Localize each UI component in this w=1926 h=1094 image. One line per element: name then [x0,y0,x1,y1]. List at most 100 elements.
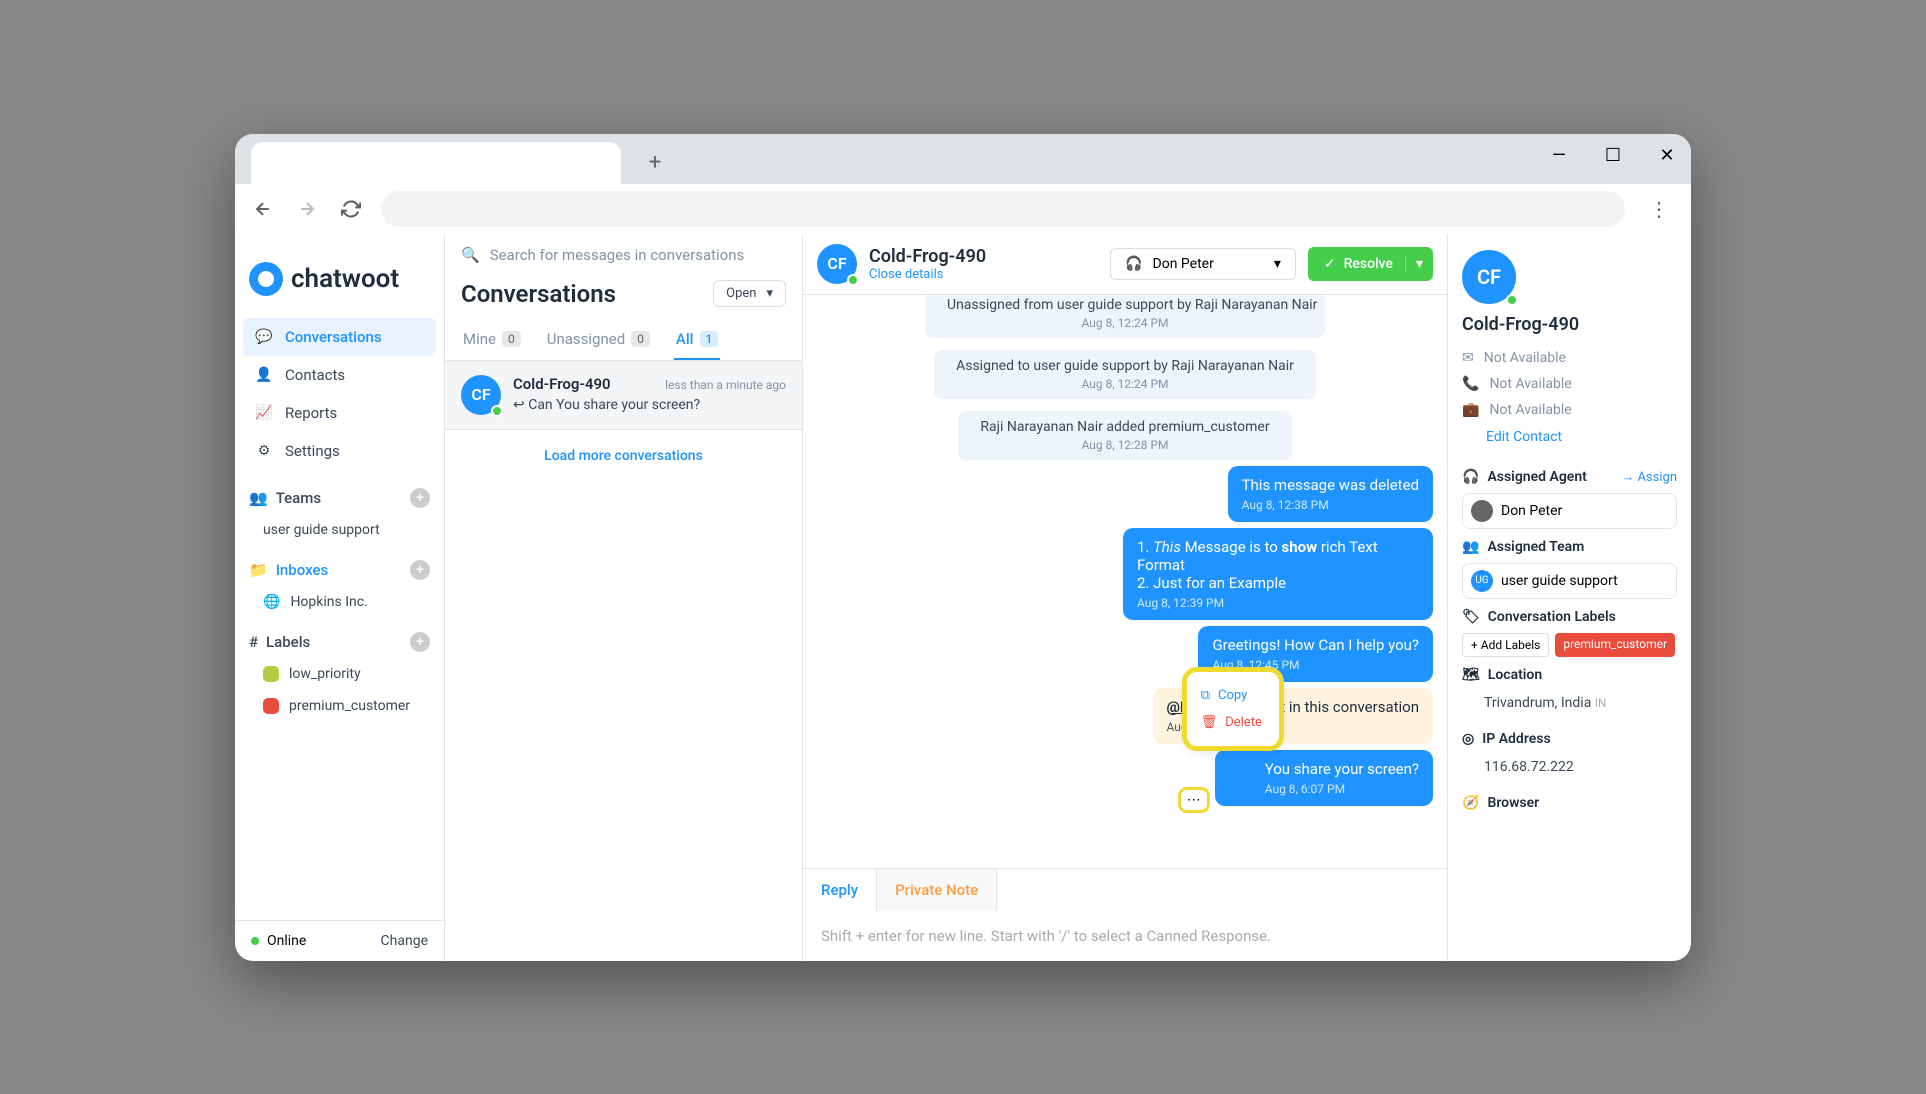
conversation-item[interactable]: CF Cold-Frog-490 less than a minute ago ↩… [445,361,802,430]
label-item-low-priority[interactable]: low_priority [235,658,444,690]
maximize-icon[interactable]: ☐ [1601,144,1625,168]
inbox-item[interactable]: 🌐Hopkins Inc. [235,586,444,618]
inboxes-header: 📁Inboxes + [235,546,444,586]
timestamp: Aug 8, 6:07 PM [1265,782,1419,796]
team-pill[interactable]: UGuser guide support [1462,563,1677,599]
team-icon: 👥 [249,489,268,507]
hash-icon: # [249,633,258,651]
labels-header: 🏷Conversation Labels [1462,599,1677,633]
change-link[interactable]: Change [381,933,428,949]
message-bubble[interactable]: 1. This Message is to show rich Text For… [1123,528,1433,620]
chat-title: Cold-Frog-490 [869,246,1098,267]
avatar [1471,500,1493,522]
forward-button[interactable] [293,195,321,223]
folder-icon: 📁 [249,561,268,579]
browser-tab[interactable] [251,142,621,184]
private-note-tab[interactable]: Private Note [876,869,997,911]
reply-tab[interactable]: Reply [803,869,876,911]
chart-icon: 📈 [255,404,273,422]
nav-label: Reports [285,404,337,422]
tab-mine[interactable]: Mine0 [461,320,523,360]
close-window-icon[interactable]: ✕ [1655,144,1679,168]
conversation-preview: ↩ Can You share your screen? [513,397,786,413]
edit-contact-link[interactable]: Edit Contact [1462,423,1677,459]
timestamp: Aug 8, 12:45 PM [1212,658,1419,672]
nav-label: Contacts [285,366,345,384]
label-color-icon [263,698,279,714]
avatar: CF [461,375,501,415]
context-copy-button[interactable]: ⧉Copy [1199,682,1267,709]
conversation-time: less than a minute ago [665,378,786,392]
sidebar: chatwoot 💬 Conversations 👤 Contacts 📈 Re… [235,234,445,961]
address-bar: ⋮ [235,184,1691,234]
minimize-icon[interactable]: — [1547,144,1571,168]
reload-button[interactable] [337,195,365,223]
load-more-button[interactable]: Load more conversations [445,430,802,482]
system-message: Unassigned from user guide support by Ra… [925,295,1325,338]
add-label-button[interactable]: + [410,632,430,652]
message-bubble[interactable]: This message was deletedAug 8, 12:38 PM [1228,466,1433,522]
nav-conversations[interactable]: 💬 Conversations [243,318,436,356]
timestamp: Aug 8, 12:24 PM [956,377,1294,391]
label-color-icon [263,666,279,682]
map-icon: 🗺 [1462,667,1480,683]
email-icon: ✉ [1462,350,1474,366]
details-pane: CF Cold-Frog-490 ✉Not Available 📞Not Ava… [1447,234,1691,961]
context-menu: ⧉Copy 🗑Delete [1187,672,1279,746]
presence-dot-icon [1506,294,1518,306]
contact-name: Cold-Frog-490 [1462,314,1677,335]
message-bubble[interactable]: You share your screen?Aug 8, 6:07 PM [1215,750,1433,806]
add-team-button[interactable]: + [410,488,430,508]
system-message: Assigned to user guide support by Raji N… [934,350,1316,399]
resolve-button[interactable]: ✓Resolve▾ [1308,247,1433,281]
context-delete-button[interactable]: 🗑Delete [1199,709,1267,736]
conversation-name: Cold-Frog-490 [513,375,611,393]
label-item-premium[interactable]: premium_customer [235,690,444,722]
location-value: Trivandrum, India IN [1462,691,1677,721]
logo-text: chatwoot [291,264,399,294]
tab-unassigned[interactable]: Unassigned0 [545,320,652,360]
target-icon: ◎ [1462,731,1474,747]
tab-all[interactable]: All1 [674,320,720,360]
chevron-down-icon: ▾ [1274,256,1281,272]
globe-icon: 🌐 [263,594,280,610]
back-button[interactable] [249,195,277,223]
location-header: 🗺Location [1462,657,1677,691]
add-labels-button[interactable]: + Add Labels [1462,633,1549,657]
url-input[interactable] [381,191,1625,227]
close-details-link[interactable]: Close details [869,267,1098,282]
label-chip-premium[interactable]: premium_customer [1555,633,1675,657]
tag-icon: 🏷 [1462,609,1480,625]
timestamp: Aug 8, 12:39 PM [1137,596,1419,610]
agent-dropdown[interactable]: 🎧Don Peter▾ [1110,248,1296,280]
new-tab-button[interactable]: + [639,147,671,179]
presence-status[interactable]: Online [251,933,306,949]
system-message: Raji Narayanan Nair added premium_custom… [958,411,1291,460]
message-more-button[interactable]: ⋯ [1181,790,1207,810]
gear-icon: ⚙ [255,442,273,460]
browser-chrome: + — ☐ ✕ ⋮ [235,134,1691,234]
assign-link[interactable]: → Assign [1621,469,1677,485]
agent-pill[interactable]: Don Peter [1462,493,1677,529]
check-icon: ✓ [1324,256,1336,272]
assigned-agent-header: 🎧Assigned Agent→ Assign [1462,459,1677,493]
reply-input[interactable]: Shift + enter for new line. Start with '… [803,911,1447,961]
nav-reports[interactable]: 📈 Reports [243,394,436,432]
assigned-team-header: 👥Assigned Team [1462,529,1677,563]
team-item[interactable]: user guide support [235,514,444,546]
nav-contacts[interactable]: 👤 Contacts [243,356,436,394]
search-row[interactable]: 🔍 Search for messages in conversations [445,234,802,276]
chevron-down-icon: ▾ [1405,256,1417,272]
ip-header: ◎IP Address [1462,721,1677,755]
status-filter-dropdown[interactable]: Open▾ [713,280,786,307]
timestamp: Aug 8, 12:24 PM [947,316,1303,330]
add-inbox-button[interactable]: + [410,560,430,580]
chat-pane: CF Cold-Frog-490 Close details 🎧Don Pete… [803,234,1447,961]
reply-area: Reply Private Note Shift + enter for new… [803,868,1447,961]
logo: chatwoot [235,234,444,314]
search-icon: 🔍 [461,246,480,264]
browser-menu-icon[interactable]: ⋮ [1641,197,1677,221]
copy-icon: ⧉ [1201,688,1210,703]
logo-icon [249,262,283,296]
nav-settings[interactable]: ⚙ Settings [243,432,436,470]
